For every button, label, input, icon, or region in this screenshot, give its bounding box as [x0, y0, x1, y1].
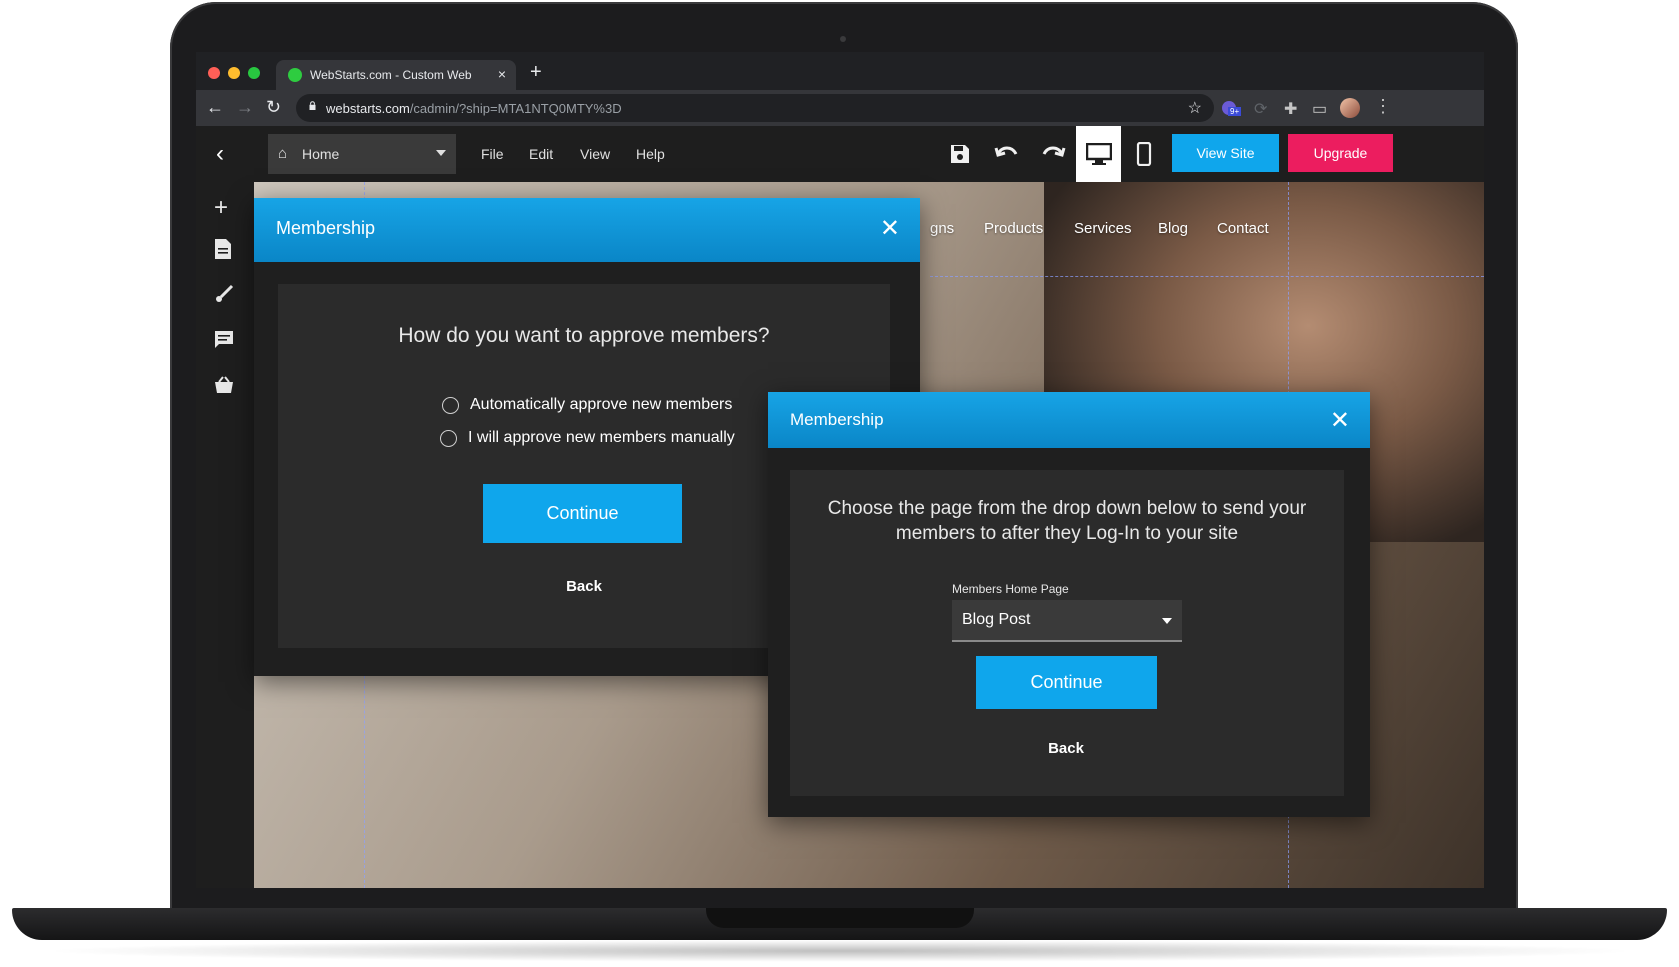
lock-icon: [309, 101, 316, 110]
dialog-title: Membership: [790, 410, 884, 429]
favicon-icon: [288, 68, 302, 82]
bookmark-star-icon[interactable]: ☆: [1188, 98, 1202, 118]
dialog-header: Membership ✕: [254, 198, 920, 262]
dialog-title: Membership: [276, 218, 376, 238]
approve-question: How do you want to approve members?: [398, 324, 770, 347]
members-home-page-select[interactable]: Blog Post: [952, 600, 1182, 642]
radio-label: I will approve new members manually: [468, 429, 735, 446]
dialog-header: Membership ✕: [768, 392, 1370, 448]
sync-icon[interactable]: ⟳: [1254, 99, 1267, 119]
forward-arrow-icon[interactable]: →: [236, 97, 254, 118]
extension-badge-count: 9+: [1228, 107, 1242, 116]
page-selector[interactable]: ⌂ Home: [268, 134, 456, 174]
menu-file[interactable]: File: [481, 146, 504, 162]
extension-badge-icon[interactable]: 9+: [1220, 99, 1242, 122]
upgrade-button[interactable]: Upgrade: [1288, 134, 1393, 172]
editor-sidebar: +: [196, 182, 254, 888]
laptop-shadow: [40, 940, 1640, 962]
close-icon[interactable]: ✕: [880, 214, 900, 243]
cast-icon[interactable]: ▭: [1312, 99, 1327, 119]
add-element-icon[interactable]: +: [214, 194, 228, 222]
homepage-instruction: Choose the page from the drop down below…: [827, 498, 1307, 544]
url-text: webstarts.com/cadmin/?ship=MTA1NTQ0MTY%3…: [326, 101, 622, 116]
editor-toolbar: ‹ ⌂ Home File Edit View Help View Site U…: [196, 126, 1484, 182]
design-brush-icon[interactable]: [214, 284, 234, 310]
menu-edit[interactable]: Edit: [529, 146, 553, 162]
desktop-icon: [1086, 143, 1112, 165]
members-home-page-label: Members Home Page: [952, 582, 1069, 596]
desktop-view-button[interactable]: [1076, 126, 1121, 182]
radio-button[interactable]: [442, 397, 459, 414]
close-icon[interactable]: ✕: [1330, 406, 1350, 435]
site-nav-services[interactable]: Services: [1074, 220, 1132, 237]
laptop-notch: [706, 908, 974, 928]
profile-avatar[interactable]: [1340, 98, 1360, 118]
radio-button[interactable]: [440, 430, 457, 447]
dialog-body: Choose the page from the drop down below…: [790, 470, 1344, 796]
chevron-down-icon: [1162, 618, 1172, 624]
page-selector-label: Home: [302, 146, 340, 162]
camera-dot: [840, 36, 846, 42]
pages-document-icon[interactable]: [214, 238, 232, 266]
continue-button[interactable]: Continue: [483, 484, 682, 543]
window-minimize-button[interactable]: [228, 67, 240, 79]
site-nav-contact[interactable]: Contact: [1217, 220, 1269, 237]
radio-label: Automatically approve new members: [470, 396, 733, 413]
selected-page: Blog Post: [962, 611, 1031, 628]
comments-icon[interactable]: [214, 330, 234, 356]
chevron-down-icon: [436, 150, 446, 156]
address-bar[interactable]: webstarts.com/cadmin/?ship=MTA1NTQ0MTY%3…: [296, 94, 1214, 122]
site-nav-partial[interactable]: gns: [930, 220, 954, 237]
editor-back-icon[interactable]: ‹: [216, 140, 224, 168]
window-maximize-button[interactable]: [248, 67, 260, 79]
site-nav-products[interactable]: Products: [984, 220, 1043, 237]
undo-icon[interactable]: [994, 142, 1020, 170]
menu-help[interactable]: Help: [636, 146, 665, 162]
browser-toolbar: ← → ↻ webstarts.com/cadmin/?ship=MTA1NTQ…: [196, 90, 1484, 126]
redo-icon[interactable]: [1040, 142, 1066, 170]
tab-title: WebStarts.com - Custom Web: [310, 68, 472, 82]
store-basket-icon[interactable]: [214, 376, 234, 400]
tab-close-icon[interactable]: ×: [498, 66, 506, 82]
site-nav-blog[interactable]: Blog: [1158, 220, 1188, 237]
view-site-button[interactable]: View Site: [1172, 134, 1279, 172]
guide-line: [930, 276, 1484, 277]
new-tab-button[interactable]: +: [530, 61, 542, 84]
window-close-button[interactable]: [208, 67, 220, 79]
continue-button[interactable]: Continue: [976, 656, 1157, 709]
menu-view[interactable]: View: [580, 146, 610, 162]
back-button[interactable]: Back: [534, 578, 634, 595]
save-icon[interactable]: [948, 142, 972, 172]
puzzle-extensions-icon[interactable]: ✚: [1284, 99, 1297, 119]
back-button[interactable]: Back: [1016, 740, 1116, 757]
reload-icon[interactable]: ↻: [266, 97, 281, 118]
back-arrow-icon[interactable]: ←: [206, 97, 224, 118]
chrome-menu-icon[interactable]: ⋮: [1374, 96, 1392, 117]
mobile-view-icon[interactable]: [1136, 141, 1152, 172]
browser-tab[interactable]: WebStarts.com - Custom Web ×: [276, 60, 516, 90]
url-host: webstarts.com: [326, 101, 410, 116]
url-path: /cadmin/?ship=MTA1NTQ0MTY%3D: [409, 101, 622, 116]
membership-homepage-dialog: Membership ✕ Choose the page from the dr…: [768, 392, 1370, 817]
home-icon: ⌂: [278, 145, 288, 162]
browser-tabbar: WebStarts.com - Custom Web × +: [196, 52, 1484, 90]
